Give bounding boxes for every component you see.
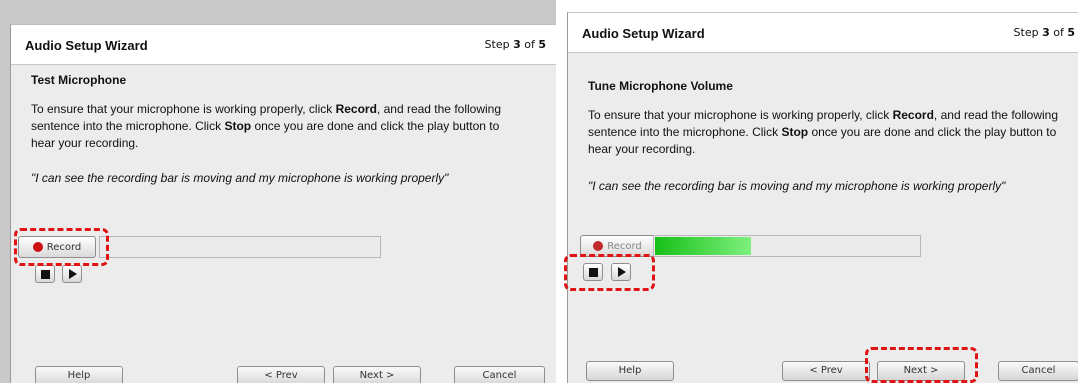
cancel-button[interactable]: Cancel <box>454 366 545 383</box>
section-title: Tune Microphone Volume <box>588 79 733 93</box>
section-title: Test Microphone <box>31 73 127 87</box>
step-indicator: Step 3 of 5 <box>1013 26 1075 39</box>
volume-level-fill <box>655 237 751 255</box>
wizard-title: Audio Setup Wizard <box>25 38 148 53</box>
stop-button[interactable] <box>583 263 603 281</box>
wizard-header: Audio Setup Wizard Step 3 of 5 <box>568 13 1078 53</box>
prev-button[interactable]: < Prev <box>782 361 870 381</box>
test-sentence: "I can see the recording bar is moving a… <box>31 171 449 185</box>
stop-icon <box>40 269 50 279</box>
step-indicator: Step 3 of 5 <box>484 38 546 51</box>
stop-icon <box>588 267 598 277</box>
cancel-button[interactable]: Cancel <box>998 361 1078 381</box>
prev-button[interactable]: < Prev <box>237 366 325 383</box>
wizard-title: Audio Setup Wizard <box>582 26 705 41</box>
play-button[interactable] <box>611 263 631 281</box>
help-button[interactable]: Help <box>586 361 674 381</box>
next-button[interactable]: Next > <box>877 361 965 381</box>
play-icon <box>618 267 626 277</box>
record-button[interactable]: Record <box>580 235 655 257</box>
right-screenshot-panel: Audio Setup Wizard Step 3 of 5 Tune Micr… <box>560 0 1078 383</box>
record-button-label: Record <box>46 241 82 253</box>
help-button[interactable]: Help <box>35 366 123 383</box>
left-screenshot-panel: Audio Setup Wizard Step 3 of 5 Test Micr… <box>0 0 556 383</box>
audio-setup-wizard-dialog: Audio Setup Wizard Step 3 of 5 Test Micr… <box>10 24 556 383</box>
play-icon <box>69 269 77 279</box>
volume-level-meter <box>653 235 921 257</box>
instructions-text: To ensure that your microphone is workin… <box>31 102 502 150</box>
play-button[interactable] <box>62 265 82 283</box>
next-button[interactable]: Next > <box>333 366 421 383</box>
volume-level-meter <box>99 236 381 258</box>
test-sentence: "I can see the recording bar is moving a… <box>588 179 1006 193</box>
record-icon <box>32 242 43 252</box>
record-button[interactable]: Record <box>18 236 96 258</box>
audio-setup-wizard-dialog: Audio Setup Wizard Step 3 of 5 Tune Micr… <box>567 12 1078 383</box>
record-button-label: Record <box>607 240 642 252</box>
instructions-text: To ensure that your microphone is workin… <box>588 108 1059 156</box>
wizard-header: Audio Setup Wizard Step 3 of 5 <box>11 25 556 65</box>
record-icon <box>593 241 604 251</box>
stop-button[interactable] <box>35 265 55 283</box>
